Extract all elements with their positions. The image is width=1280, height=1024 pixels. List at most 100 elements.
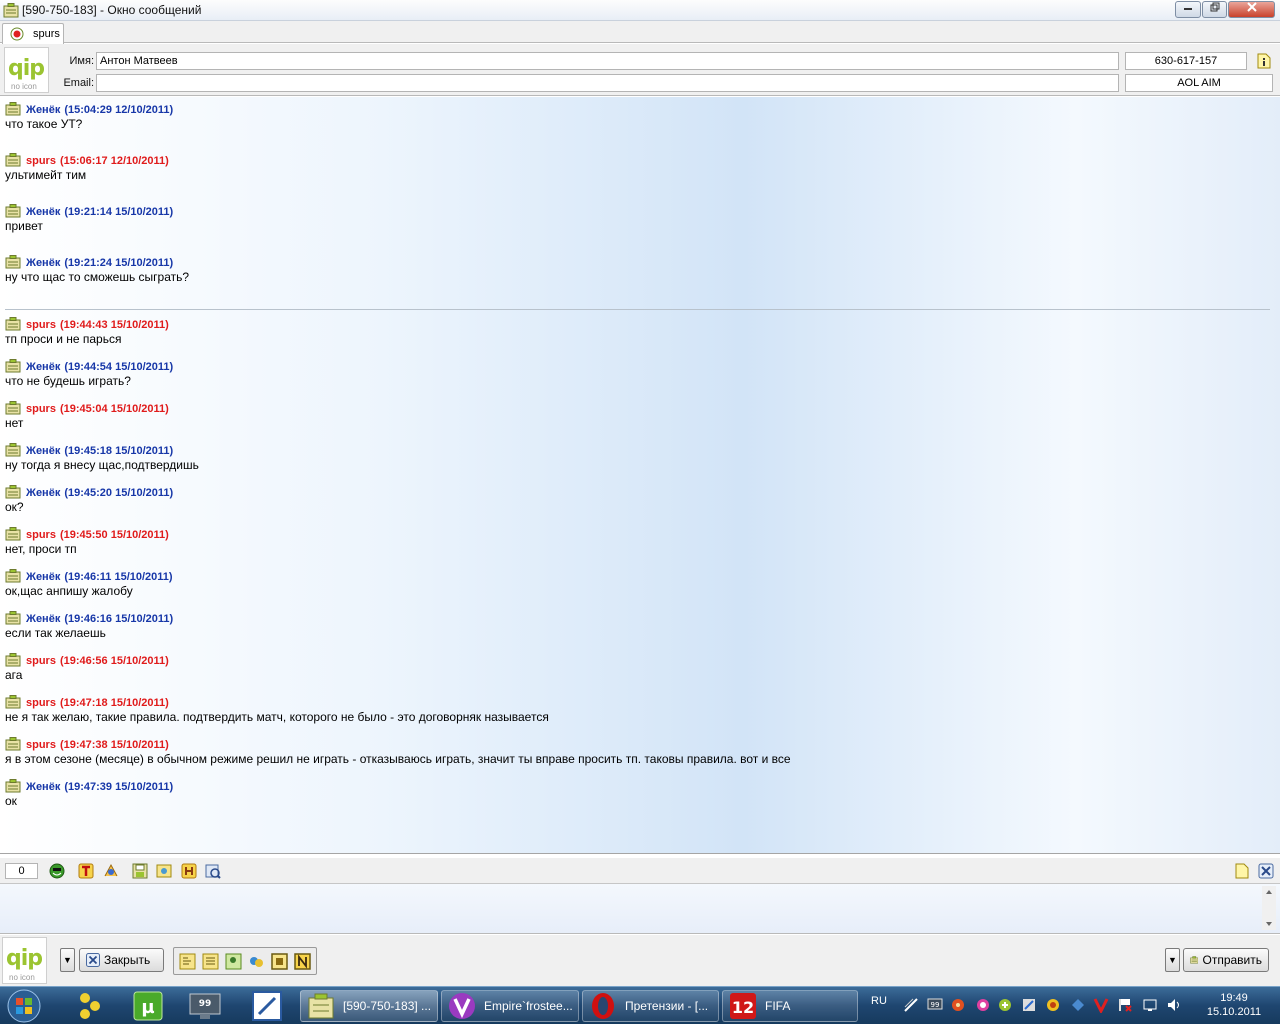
chat-message: Женёк (19:21:24 15/10/2011) ну что щас то … — [5, 254, 1265, 284]
message-author: Женёк — [26, 571, 61, 583]
message-icon — [5, 569, 21, 583]
message-author: Женёк — [26, 361, 61, 373]
messenger-pin-icon[interactable] — [68, 990, 114, 1022]
start-button-icon[interactable] — [4, 988, 44, 1024]
monitor-99-label: 99 — [199, 999, 212, 1009]
send-options-dropdown[interactable]: ▼ — [1165, 948, 1180, 972]
tray-99-label: 99 — [931, 1001, 940, 1009]
tray-bluetooth-icon[interactable] — [1070, 997, 1086, 1013]
minimize-button[interactable] — [1175, 1, 1201, 18]
message-input[interactable] — [0, 884, 1280, 934]
contact-header: qip no icon Имя: Антон Матвеев Email: 63… — [0, 44, 1280, 96]
qip-icon — [308, 993, 334, 1019]
message-icon — [5, 401, 21, 415]
chat-message: spurs (19:44:43 15/10/2011) тп проси и не … — [5, 316, 1265, 346]
tab-label: spurs — [33, 28, 60, 40]
tray-app-icon[interactable] — [1021, 997, 1037, 1013]
template-icon[interactable] — [202, 953, 219, 970]
message-author: Женёк — [26, 257, 61, 269]
message-timestamp: (19:45:20 15/10/2011) — [64, 487, 174, 499]
language-indicator[interactable]: RU — [871, 995, 887, 1007]
task-label: [590-750-183] ... — [343, 999, 432, 1013]
qip-logo: qip no icon — [4, 47, 49, 93]
message-header: Женёк (15:04:29 12/10/2011) — [5, 101, 1265, 116]
message-icon — [5, 153, 21, 167]
contact-info-icon[interactable] — [1257, 53, 1271, 69]
phone-app-icon[interactable] — [244, 990, 290, 1022]
clear-input-icon[interactable] — [1258, 863, 1274, 879]
maximize-button[interactable] — [1202, 1, 1227, 18]
tab-spurs[interactable]: spurs — [2, 23, 64, 44]
tray-network-icon[interactable] — [903, 997, 919, 1013]
message-author: spurs — [26, 739, 56, 751]
window-title: [590-750-183] - Окно сообщений — [22, 3, 202, 17]
message-timestamp: (19:46:56 15/10/2011) — [59, 655, 169, 667]
close-button[interactable]: Закрыть — [79, 948, 164, 972]
plugins-icon[interactable] — [248, 953, 265, 970]
chat-message: Женёк (19:46:16 15/10/2011) если так желае… — [5, 610, 1265, 640]
chat-message: Женёк (19:45:18 15/10/2011) ну тогда я вне… — [5, 442, 1265, 472]
message-text: тп проси и не парься — [5, 332, 122, 346]
send-file-icon[interactable] — [156, 863, 172, 879]
taskbar-task[interactable]: Empire`frostee... — [441, 990, 579, 1022]
taskbar-task[interactable]: [590-750-183] ... — [300, 990, 438, 1022]
close-window-button[interactable] — [1228, 1, 1275, 18]
email-field[interactable] — [96, 74, 1119, 92]
message-icon — [5, 102, 21, 116]
tray-status-icon[interactable] — [975, 997, 991, 1013]
windows-taskbar: µ 99 [590-750-183] ... Empire`frostee... П… — [0, 986, 1280, 1024]
tray-flag-icon[interactable] — [1117, 997, 1133, 1013]
chat-message: Женёк (15:04:29 12/10/2011) что такое УТ? — [5, 101, 1265, 131]
tray-qip-icon[interactable] — [997, 997, 1013, 1013]
email-label: Email: — [63, 77, 94, 89]
message-timestamp: (19:46:16 15/10/2011) — [64, 613, 174, 625]
typing-notify-icon[interactable] — [271, 953, 288, 970]
message-icon — [5, 737, 21, 751]
notes-toggle-icon[interactable] — [294, 953, 311, 970]
message-text: ну что щас то сможешь сыграть? — [5, 270, 190, 284]
tray-v-icon[interactable] — [1093, 997, 1109, 1013]
name-field[interactable]: Антон Матвеев — [96, 52, 1119, 70]
message-text: ок? — [5, 500, 24, 514]
message-timestamp: (19:45:18 15/10/2011) — [64, 445, 174, 457]
message-text: ок,щас анпишу жалобу — [5, 584, 133, 598]
message-header: Женёк (19:45:20 15/10/2011) — [5, 484, 1265, 499]
tray-opera-icon[interactable] — [1045, 997, 1061, 1013]
chat-message: spurs (19:46:56 15/10/2011) ага — [5, 652, 1265, 682]
taskbar-clock[interactable]: 19:49 15.10.2011 — [1194, 991, 1274, 1019]
translit-icon[interactable] — [103, 863, 119, 879]
message-timestamp: (19:47:18 15/10/2011) — [59, 697, 169, 709]
close-options-dropdown[interactable]: ▼ — [60, 948, 75, 972]
save-history-icon[interactable] — [132, 863, 148, 879]
chat-log[interactable]: Женёк (15:04:29 12/10/2011) что такое УТ? s… — [0, 97, 1280, 854]
smiley-icon[interactable] — [49, 863, 65, 879]
message-timestamp: (19:47:39 15/10/2011) — [64, 781, 174, 793]
contact-details-icon[interactable] — [205, 863, 221, 879]
message-timestamp: (19:44:54 15/10/2011) — [64, 361, 174, 373]
tray-shield-icon[interactable] — [950, 997, 966, 1013]
notes-icon[interactable] — [1234, 863, 1250, 879]
message-header: Женёк (19:45:18 15/10/2011) — [5, 442, 1265, 457]
tray-display-icon[interactable] — [1142, 997, 1158, 1013]
taskbar-task[interactable]: 12 FIFA — [722, 990, 858, 1022]
uin-field[interactable]: 630-617-157 — [1125, 52, 1247, 70]
message-text: не я так желаю, такие правила. подтверди… — [5, 710, 549, 724]
input-scrollbar[interactable] — [1262, 886, 1276, 930]
utorrent-icon[interactable]: µ — [124, 990, 170, 1022]
quote-icon[interactable] — [179, 953, 196, 970]
tray-volume-icon[interactable] — [1166, 997, 1182, 1013]
message-text: ну тогда я внесу щас,подтвердишь — [5, 458, 199, 472]
message-icon — [5, 695, 21, 709]
message-icon — [5, 204, 21, 218]
history-icon[interactable] — [181, 863, 197, 879]
message-icon — [5, 527, 21, 541]
monitor-99-icon[interactable]: 99 — [182, 990, 228, 1022]
chat-message: Женёк (19:21:14 15/10/2011) привет — [5, 203, 1265, 233]
text-format-icon[interactable] — [78, 863, 94, 879]
chat-message: Женёк (19:44:54 15/10/2011) что не будешь … — [5, 358, 1265, 388]
tray-monitor-icon[interactable]: 99 — [927, 997, 943, 1013]
contact-card-icon[interactable] — [225, 953, 242, 970]
taskbar-task[interactable]: Претензии - [... — [582, 990, 719, 1022]
message-header: spurs (19:47:38 15/10/2011) — [5, 736, 1265, 751]
send-button[interactable]: Отправить — [1183, 948, 1269, 972]
